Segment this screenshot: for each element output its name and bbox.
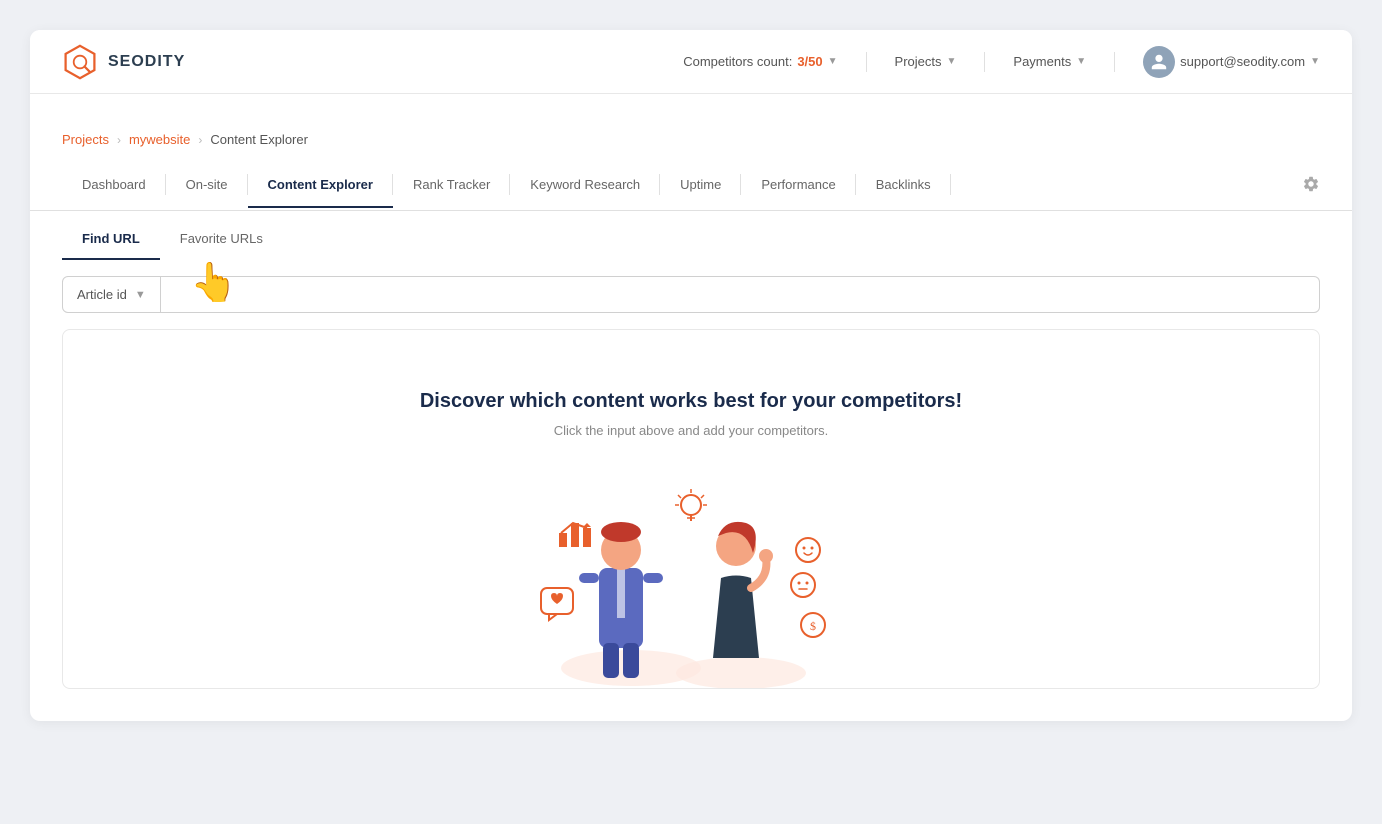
tab-uptime[interactable]: Uptime <box>660 163 741 208</box>
payments-menu[interactable]: Payments ▼ <box>1013 54 1086 69</box>
projects-label: Projects <box>895 54 942 69</box>
tab-dashboard[interactable]: Dashboard <box>62 163 166 208</box>
tab-keyword-research[interactable]: Keyword Research <box>510 163 660 208</box>
settings-button[interactable] <box>1282 161 1320 210</box>
tab-keyword-research-label: Keyword Research <box>530 177 640 192</box>
competitors-label: Competitors count: <box>683 54 792 69</box>
tab-performance[interactable]: Performance <box>741 163 855 208</box>
projects-menu[interactable]: Projects ▼ <box>895 54 957 69</box>
tab-backlinks-label: Backlinks <box>876 177 931 192</box>
breadcrumb-current: Content Explorer <box>210 132 308 147</box>
payments-chevron-icon: ▼ <box>1076 56 1086 67</box>
competitors-value: 3/50 <box>797 54 822 69</box>
tab-performance-label: Performance <box>761 177 835 192</box>
sub-tab-favorite-urls-label: Favorite URLs <box>180 231 263 246</box>
illustration: $ <box>83 468 1299 688</box>
sub-tab-find-url-label: Find URL <box>82 231 140 246</box>
user-email: support@seodity.com <box>1180 54 1305 69</box>
breadcrumb-mywebsite[interactable]: mywebsite <box>129 132 190 147</box>
avatar <box>1143 46 1175 78</box>
breadcrumb: Projects › mywebsite › Content Explorer <box>30 118 1352 161</box>
projects-chevron-icon: ▼ <box>947 56 957 67</box>
gear-icon <box>1302 175 1320 196</box>
logo-text: SEODITY <box>108 53 185 71</box>
tab-onsite[interactable]: On-site <box>166 163 248 208</box>
filter-row: Article id ▼ 👆 <box>30 260 1352 329</box>
competitors-chevron-icon: ▼ <box>828 56 838 67</box>
tab-content-explorer-label: Content Explorer <box>268 177 373 192</box>
sub-tabs: Find URL Favorite URLs <box>30 219 1352 260</box>
breadcrumb-projects[interactable]: Projects <box>62 132 109 147</box>
nav-tabs: Dashboard On-site Content Explorer Rank … <box>30 161 1352 211</box>
breadcrumb-sep-2: › <box>198 133 202 147</box>
main-card: SEODITY Competitors count: 3/50 ▼ Projec… <box>30 30 1352 721</box>
logo-area: SEODITY <box>62 44 185 80</box>
tab-backlinks[interactable]: Backlinks <box>856 163 951 208</box>
empty-state-subtitle: Click the input above and add your compe… <box>83 423 1299 438</box>
topbar-right: Competitors count: 3/50 ▼ Projects ▼ Pay… <box>683 46 1320 78</box>
tab-content-explorer[interactable]: Content Explorer <box>248 163 393 208</box>
page-wrapper: SEODITY Competitors count: 3/50 ▼ Projec… <box>0 0 1382 824</box>
tab-dashboard-label: Dashboard <box>82 177 146 192</box>
article-dropdown[interactable]: Article id ▼ <box>62 276 161 313</box>
illustration-svg: $ <box>511 468 871 688</box>
tab-rank-tracker-label: Rank Tracker <box>413 177 490 192</box>
tab-onsite-label: On-site <box>186 177 228 192</box>
topbar-divider-2 <box>984 52 985 72</box>
topbar-divider-1 <box>866 52 867 72</box>
sub-tab-find-url[interactable]: Find URL <box>62 219 160 260</box>
tab-uptime-label: Uptime <box>680 177 721 192</box>
search-input[interactable] <box>161 276 1320 313</box>
empty-state-panel: Discover which content works best for yo… <box>62 329 1320 689</box>
tab-rank-tracker[interactable]: Rank Tracker <box>393 163 510 208</box>
topbar-divider-3 <box>1114 52 1115 72</box>
dropdown-chevron-icon: ▼ <box>135 289 146 301</box>
empty-state-title: Discover which content works best for yo… <box>83 390 1299 413</box>
svg-text:$: $ <box>810 619 816 633</box>
user-chevron-icon: ▼ <box>1310 56 1320 67</box>
sub-tab-favorite-urls[interactable]: Favorite URLs <box>160 219 283 260</box>
payments-label: Payments <box>1013 54 1071 69</box>
logo-icon <box>62 44 98 80</box>
competitors-count-item[interactable]: Competitors count: 3/50 ▼ <box>683 54 837 69</box>
user-menu[interactable]: support@seodity.com ▼ <box>1143 46 1320 78</box>
dropdown-label: Article id <box>77 287 127 302</box>
topbar: SEODITY Competitors count: 3/50 ▼ Projec… <box>30 30 1352 94</box>
breadcrumb-sep-1: › <box>117 133 121 147</box>
